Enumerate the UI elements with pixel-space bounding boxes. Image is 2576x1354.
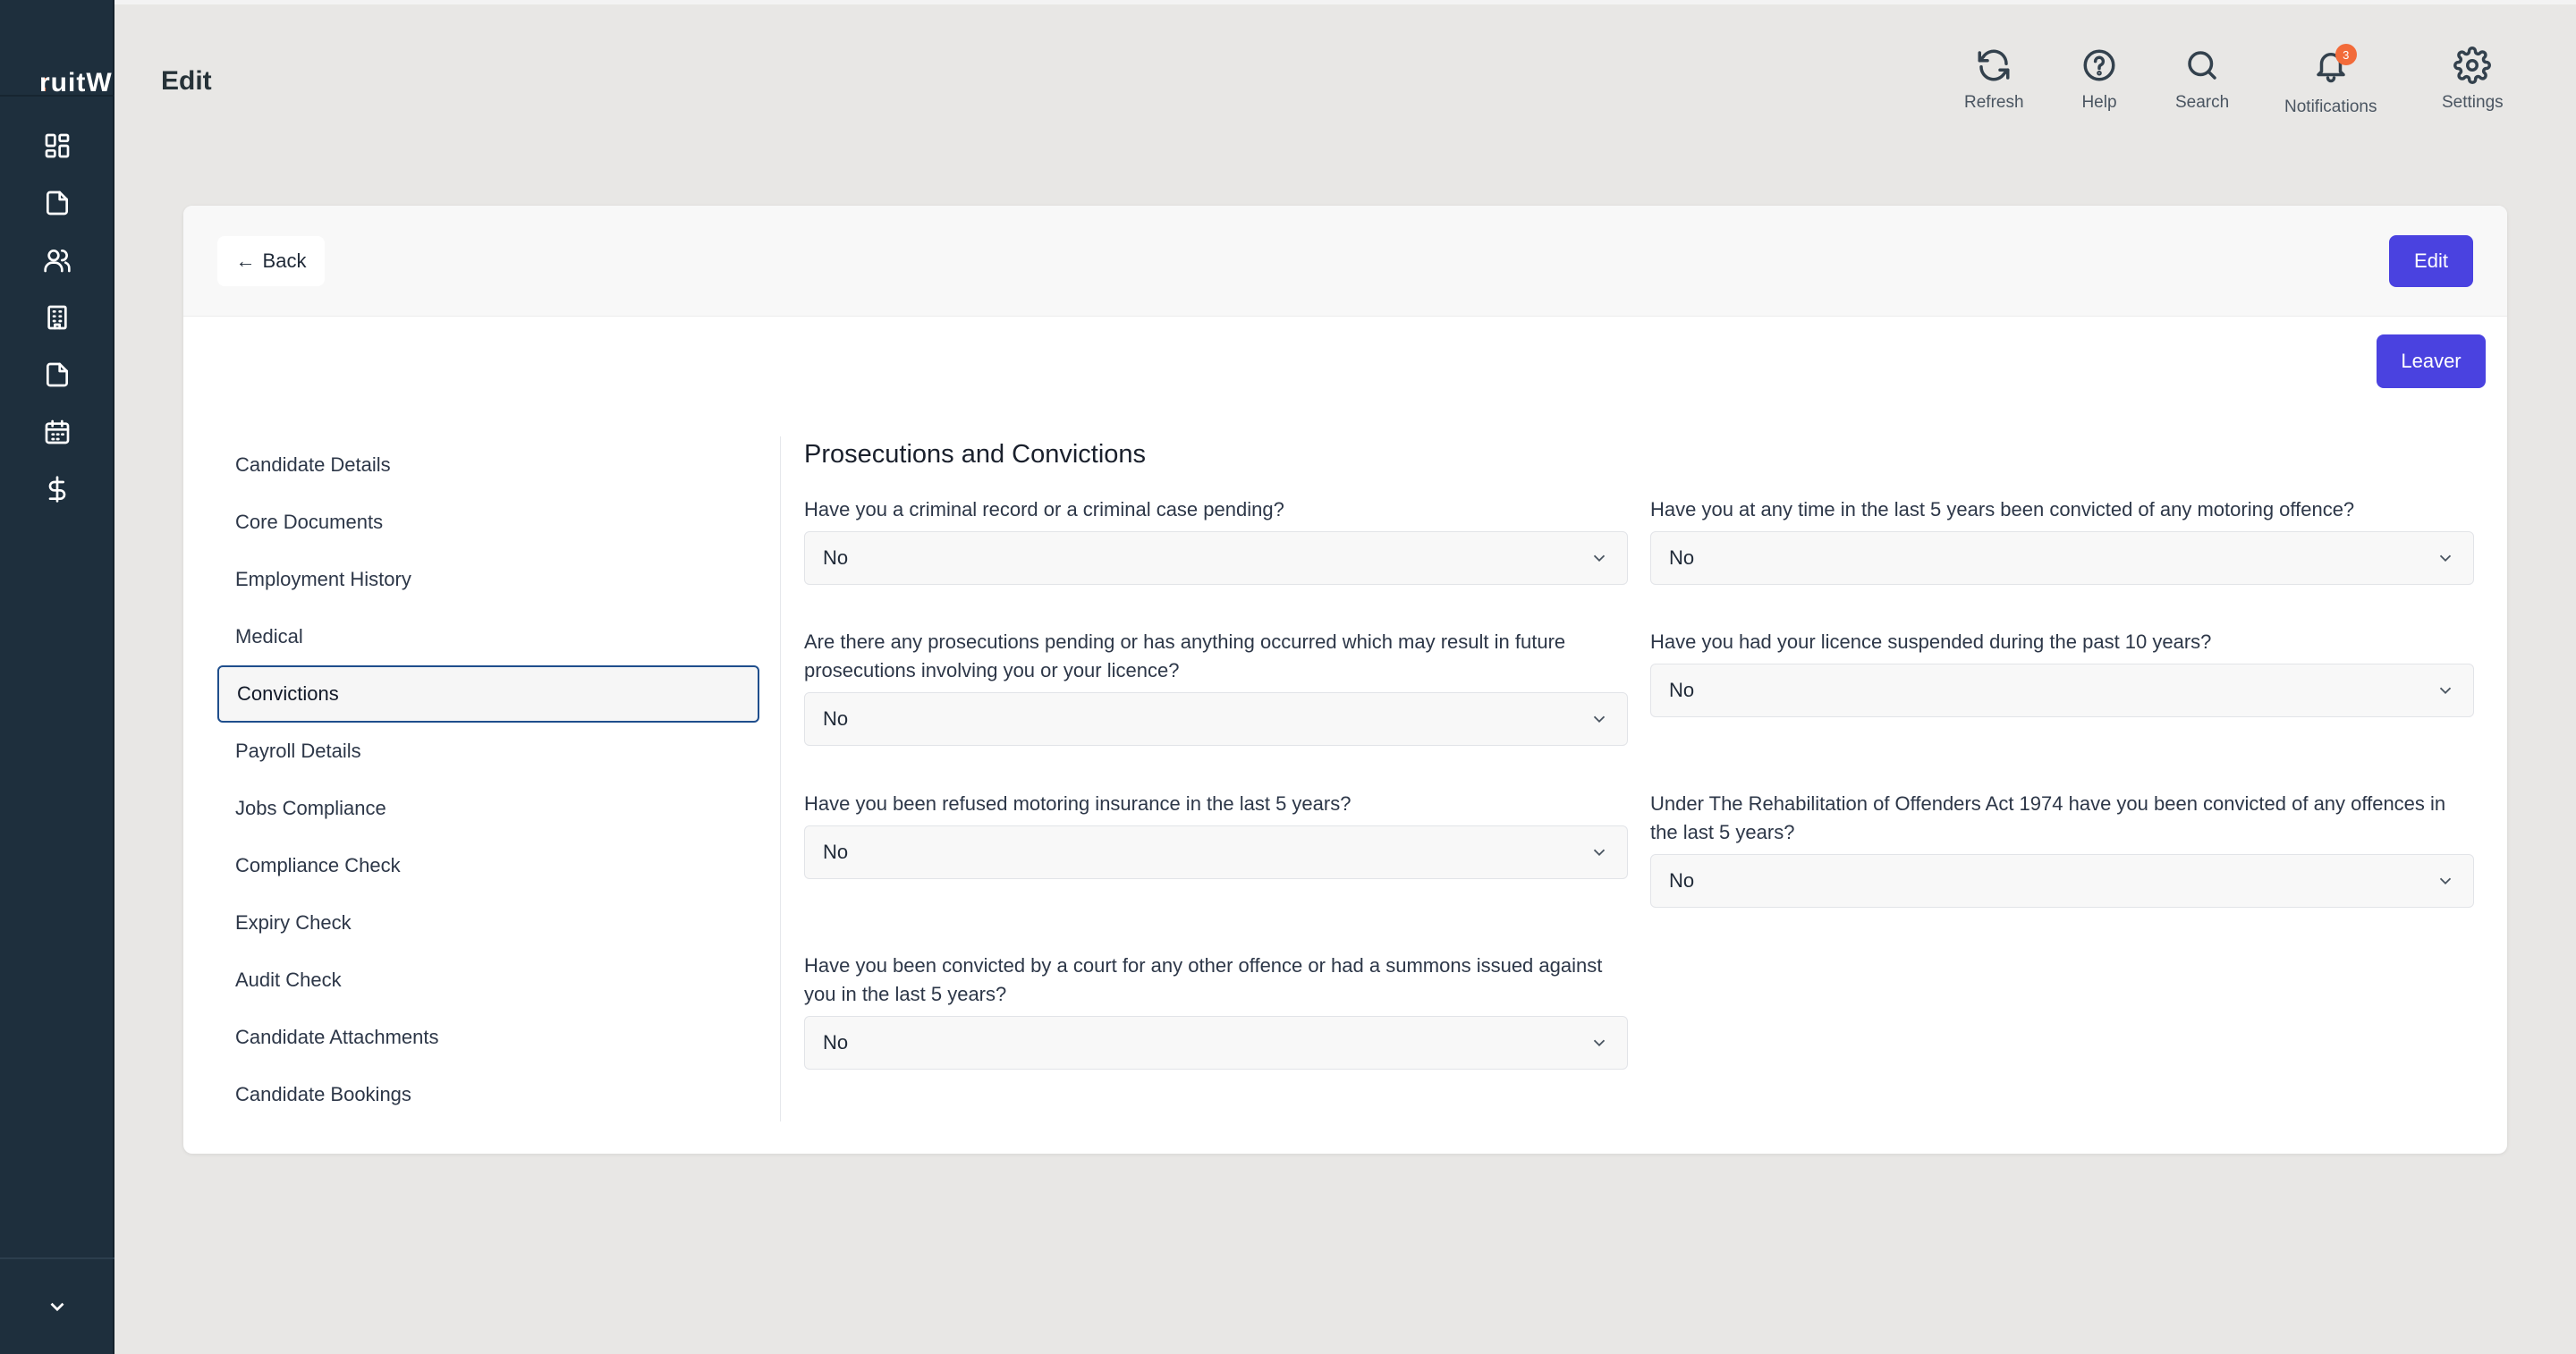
rehabilitation-act-select[interactable]: No (1650, 854, 2474, 908)
section-nav-item-candidate-attachments[interactable]: Candidate Attachments (217, 1009, 759, 1066)
search-icon (2188, 51, 2216, 80)
section-nav: Candidate Details Core Documents Employm… (217, 436, 759, 1123)
search-button[interactable]: Search (2175, 47, 2229, 113)
prosecutions-pending-select[interactable]: No (804, 692, 1628, 746)
help-icon (2083, 49, 2115, 81)
file-icon[interactable] (39, 357, 75, 393)
question-licence-suspended: Have you had your licence suspended duri… (1650, 628, 2474, 717)
question-criminal-record: Have you a criminal record or a criminal… (804, 495, 1628, 585)
chevron-down-icon (2439, 554, 2452, 563)
app-sidebar: : ruitW (0, 0, 114, 1354)
search-label: Search (2175, 93, 2230, 112)
calendar-icon[interactable] (39, 414, 75, 450)
section-nav-item-candidate-details[interactable]: Candidate Details (217, 436, 759, 494)
back-label: Back (262, 250, 307, 272)
back-button[interactable]: ← Back (217, 236, 325, 286)
section-nav-item-employment-history[interactable]: Employment History (217, 551, 759, 608)
question-label: Have you been convicted by a court for a… (804, 954, 1603, 1005)
question-other-conviction: Have you been convicted by a court for a… (804, 952, 1628, 1070)
candidate-edit-card: ← Back Edit Leaver Candidate Details Cor… (183, 206, 2507, 1154)
page-title: Edit (161, 66, 212, 96)
app-logo[interactable]: : ruitW (0, 0, 114, 97)
licence-suspended-select[interactable]: No (1650, 664, 2474, 717)
question-prosecutions-pending: Are there any prosecutions pending or ha… (804, 628, 1628, 746)
dashboard-icon[interactable] (39, 128, 75, 164)
motoring-offence-select[interactable]: No (1650, 531, 2474, 585)
users-icon[interactable] (39, 242, 75, 278)
refresh-button[interactable]: Refresh (1964, 47, 2024, 113)
question-label: Have you at any time in the last 5 years… (1650, 498, 2355, 520)
gear-icon (2453, 47, 2492, 84)
select-value: No (1669, 679, 1695, 701)
leaver-button[interactable]: Leaver (2377, 334, 2486, 388)
logo-text: ruitW (39, 68, 113, 97)
section-nav-item-compliance-check[interactable]: Compliance Check (217, 837, 759, 894)
section-nav-item-payroll-details[interactable]: Payroll Details (217, 723, 759, 780)
section-nav-item-candidate-bookings[interactable]: Candidate Bookings (217, 1066, 759, 1123)
section-title: Prosecutions and Convictions (804, 440, 1147, 469)
notifications-button[interactable]: 3 Notifications (2284, 44, 2377, 117)
chevron-down-icon (1593, 554, 1606, 563)
window-top-edge (0, 0, 2576, 4)
select-value: No (823, 1031, 849, 1054)
section-nav-item-jobs-compliance[interactable]: Jobs Compliance (217, 780, 759, 837)
chevron-down-icon (1593, 1039, 1606, 1047)
sidebar-expand-toggle[interactable] (0, 1257, 114, 1354)
document-icon[interactable] (39, 185, 75, 221)
section-divider (780, 436, 781, 1121)
select-value: No (1669, 869, 1695, 892)
select-value: No (823, 841, 849, 863)
section-nav-item-core-documents[interactable]: Core Documents (217, 494, 759, 551)
section-nav-item-audit-check[interactable]: Audit Check (217, 952, 759, 1009)
chevron-down-icon (2439, 687, 2452, 695)
question-label: Under The Rehabilitation of Offenders Ac… (1650, 792, 2446, 843)
help-label: Help (2081, 93, 2117, 112)
question-label: Have you had your licence suspended duri… (1650, 630, 2212, 653)
question-label: Have you been refused motoring insurance… (804, 792, 1352, 815)
question-label: Are there any prosecutions pending or ha… (804, 630, 1566, 681)
chevron-down-icon (1593, 849, 1606, 857)
chevron-down-icon (1593, 715, 1606, 724)
section-nav-item-expiry-check[interactable]: Expiry Check (217, 894, 759, 952)
notification-count-badge: 3 (2334, 44, 2357, 65)
arrow-left-icon: ← (235, 250, 256, 272)
select-value: No (1669, 546, 1695, 569)
question-refused-insurance: Have you been refused motoring insurance… (804, 790, 1628, 879)
refresh-icon (1978, 49, 2010, 81)
refused-insurance-select[interactable]: No (804, 825, 1628, 879)
question-label: Have you a criminal record or a criminal… (804, 498, 1284, 520)
question-rehabilitation-act: Under The Rehabilitation of Offenders Ac… (1650, 790, 2474, 908)
help-button[interactable]: Help (2080, 47, 2118, 113)
section-nav-item-medical[interactable]: Medical (217, 608, 759, 665)
section-nav-item-convictions[interactable]: Convictions (217, 665, 759, 723)
edit-button[interactable]: Edit (2389, 235, 2473, 287)
building-icon[interactable] (39, 300, 75, 335)
notifications-label: Notifications (2284, 97, 2377, 116)
card-toolbar: ← Back Edit (183, 206, 2507, 317)
chevron-down-icon (50, 1302, 64, 1312)
question-motoring-offence: Have you at any time in the last 5 years… (1650, 495, 2474, 585)
select-value: No (823, 546, 849, 569)
settings-label: Settings (2442, 93, 2504, 112)
select-value: No (823, 707, 849, 730)
settings-button[interactable]: Settings (2442, 47, 2504, 113)
other-conviction-select[interactable]: No (804, 1016, 1628, 1070)
dollar-icon[interactable] (39, 471, 75, 507)
chevron-down-icon (2439, 877, 2452, 885)
criminal-record-select[interactable]: No (804, 531, 1628, 585)
refresh-label: Refresh (1964, 93, 2024, 112)
